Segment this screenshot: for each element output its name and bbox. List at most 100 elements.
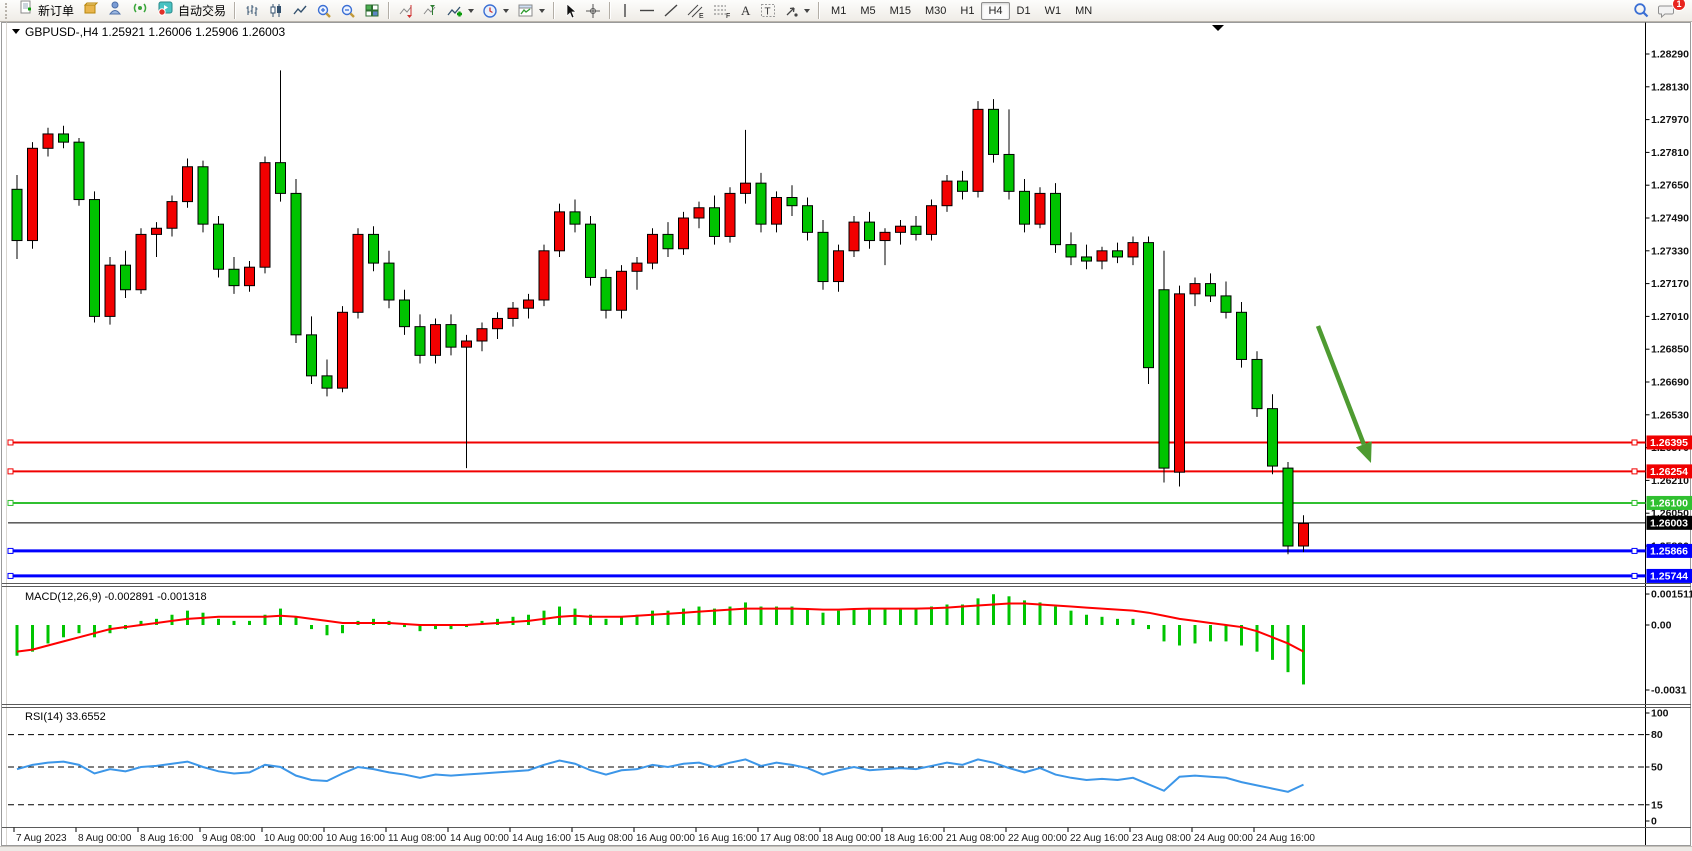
chart-shift-icon <box>422 3 438 18</box>
text-label-tool-button[interactable]: T <box>756 0 780 22</box>
tile-windows-button[interactable] <box>360 0 384 22</box>
svg-text:0: 0 <box>1651 816 1657 828</box>
periods-caret-icon <box>503 9 509 13</box>
rsi-label: RSI(14) 33.6552 <box>25 711 106 723</box>
toolbar-separator <box>609 2 611 19</box>
mt4-window: 新订单 自动交易 <box>0 0 1692 851</box>
svg-text:16 Aug 16:00: 16 Aug 16:00 <box>698 833 757 844</box>
price-level-badge: 1.26100 <box>1647 496 1692 510</box>
svg-text:7 Aug 2023: 7 Aug 2023 <box>16 833 67 844</box>
zoom-in-icon <box>316 3 332 19</box>
svg-text:0.00: 0.00 <box>1651 620 1672 632</box>
fibonacci-icon: F <box>713 3 731 19</box>
timeframe-m15[interactable]: M15 <box>883 2 918 20</box>
svg-text:1.27970: 1.27970 <box>1651 114 1689 126</box>
svg-text:1.28130: 1.28130 <box>1651 81 1689 93</box>
svg-text:-0.0031: -0.0031 <box>1651 685 1687 697</box>
expert-advisor-button[interactable] <box>103 0 128 22</box>
horizontal-line-icon <box>639 3 655 18</box>
timeframe-d1[interactable]: D1 <box>1010 2 1038 20</box>
new-order-button[interactable]: 新订单 <box>14 0 78 22</box>
svg-text:1.26530: 1.26530 <box>1651 409 1689 421</box>
clock-icon <box>482 3 498 19</box>
svg-text:1.26850: 1.26850 <box>1651 344 1689 356</box>
signal-icon <box>132 0 149 21</box>
autotrading-button[interactable]: 自动交易 <box>153 0 230 22</box>
chart-canvas[interactable]: 1.282901.281301.279701.278101.276501.274… <box>0 0 1692 851</box>
toolbar-grip[interactable] <box>5 3 10 19</box>
svg-text:24 Aug 00:00: 24 Aug 00:00 <box>1194 833 1253 844</box>
search-icon <box>1633 2 1650 19</box>
svg-text:1.27490: 1.27490 <box>1651 213 1689 225</box>
auto-scroll-icon <box>398 3 414 18</box>
svg-text:F: F <box>726 13 730 19</box>
arrows-tool-button[interactable] <box>780 0 814 22</box>
vertical-line-icon <box>619 3 631 18</box>
autotrading-icon <box>157 0 175 21</box>
cursor-tool-button[interactable] <box>559 0 581 22</box>
line-chart-button[interactable] <box>288 0 312 22</box>
timeframe-m1[interactable]: M1 <box>824 2 853 20</box>
toolbar: 新订单 自动交易 <box>0 0 1692 22</box>
timeframe-m5[interactable]: M5 <box>853 2 882 20</box>
templates-button[interactable] <box>513 0 549 22</box>
signal-button[interactable] <box>128 0 153 22</box>
line-chart-icon <box>292 3 308 18</box>
cursor-icon <box>563 3 577 19</box>
timeframe-m30[interactable]: M30 <box>918 2 953 20</box>
price-level-badge: 1.26395 <box>1647 435 1692 449</box>
text-label-icon: T <box>760 3 776 18</box>
gold-book-icon <box>82 0 99 21</box>
svg-text:16 Aug 00:00: 16 Aug 00:00 <box>636 833 695 844</box>
arrows-caret-icon <box>804 9 810 13</box>
svg-text:15 Aug 08:00: 15 Aug 08:00 <box>574 833 633 844</box>
candlestick-chart-icon <box>268 3 284 18</box>
timeframe-h1[interactable]: H1 <box>953 2 981 20</box>
svg-text:18 Aug 16:00: 18 Aug 16:00 <box>884 833 943 844</box>
zoom-out-button[interactable] <box>336 0 360 22</box>
indicators-button[interactable] <box>442 0 478 22</box>
svg-text:1.27330: 1.27330 <box>1651 245 1689 257</box>
chat-button[interactable]: 1 <box>1654 0 1680 22</box>
svg-text:14 Aug 16:00: 14 Aug 16:00 <box>512 833 571 844</box>
svg-text:18 Aug 00:00: 18 Aug 00:00 <box>822 833 881 844</box>
search-button[interactable] <box>1629 0 1654 22</box>
svg-text:1.27010: 1.27010 <box>1651 311 1689 323</box>
svg-text:0.001511: 0.001511 <box>1651 589 1692 601</box>
toolbar-separator <box>388 2 390 19</box>
svg-text:21 Aug 08:00: 21 Aug 08:00 <box>946 833 1005 844</box>
vertical-line-tool-button[interactable] <box>615 0 635 22</box>
indicators-caret-icon <box>468 9 474 13</box>
text-tool-button[interactable]: A <box>735 0 756 22</box>
svg-text:1.27650: 1.27650 <box>1651 180 1689 192</box>
timeframe-w1[interactable]: W1 <box>1038 2 1069 20</box>
zoom-in-button[interactable] <box>312 0 336 22</box>
svg-text:23 Aug 08:00: 23 Aug 08:00 <box>1132 833 1191 844</box>
timeframe-h4[interactable]: H4 <box>981 2 1009 20</box>
fibonacci-tool-button[interactable]: F <box>709 0 735 22</box>
timeframe-mn[interactable]: MN <box>1068 2 1099 20</box>
new-order-label: 新订单 <box>38 2 74 19</box>
bar-chart-icon <box>244 3 260 18</box>
horizontal-line-tool-button[interactable] <box>635 0 659 22</box>
equidistant-channel-tool-button[interactable]: E <box>683 0 709 22</box>
equidistant-channel-icon: E <box>687 3 705 19</box>
crosshair-tool-button[interactable] <box>581 0 605 22</box>
market-watch-button[interactable] <box>78 0 103 22</box>
svg-text:8 Aug 00:00: 8 Aug 00:00 <box>78 833 132 844</box>
periods-button[interactable] <box>478 0 513 22</box>
templates-caret-icon <box>539 9 545 13</box>
auto-scroll-button[interactable] <box>394 0 418 22</box>
candlestick-chart-button[interactable] <box>264 0 288 22</box>
chart-shift-button[interactable] <box>418 0 442 22</box>
svg-text:1.28290: 1.28290 <box>1651 49 1689 61</box>
svg-text:14 Aug 00:00: 14 Aug 00:00 <box>450 833 509 844</box>
svg-text:1.26100: 1.26100 <box>1650 497 1688 509</box>
price-level-badge: 1.26254 <box>1647 464 1692 478</box>
chart-title: GBPUSD-,H4 1.25921 1.26006 1.25906 1.260… <box>12 25 286 39</box>
bar-chart-button[interactable] <box>240 0 264 22</box>
current-price-badge: 1.26003 <box>1647 516 1692 530</box>
trendline-tool-button[interactable] <box>659 0 683 22</box>
svg-text:1.26003: 1.26003 <box>1650 517 1688 529</box>
svg-text:10 Aug 16:00: 10 Aug 16:00 <box>326 833 385 844</box>
